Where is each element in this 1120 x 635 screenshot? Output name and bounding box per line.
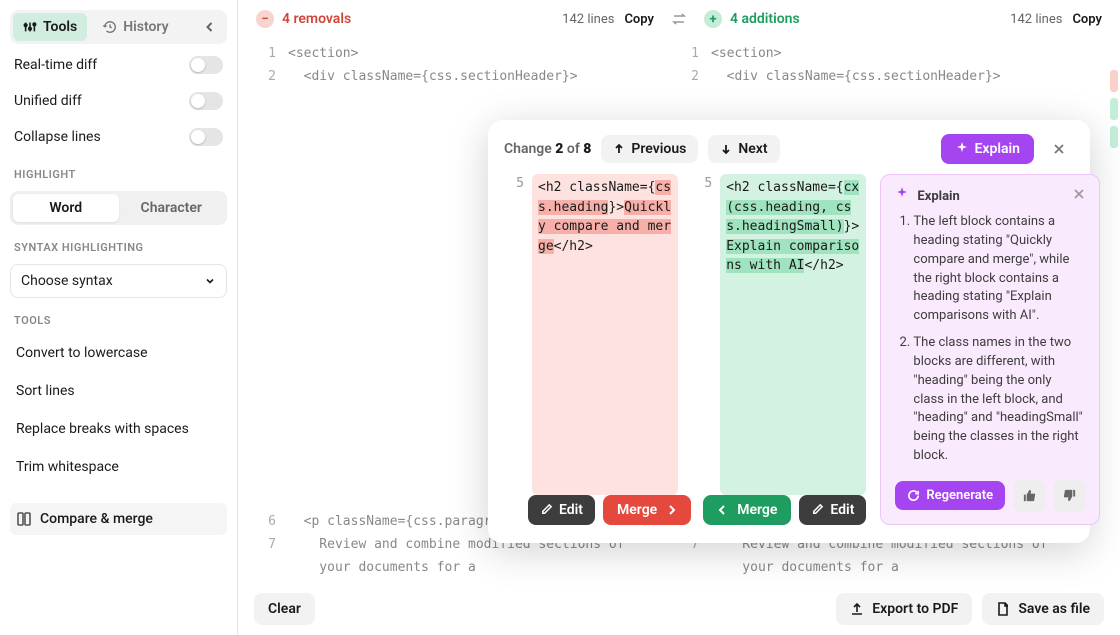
refresh-icon	[907, 489, 920, 502]
explain-close-button[interactable]	[1073, 188, 1085, 204]
code-compare: 5 <h2 className={css.heading}>Quickly co…	[504, 174, 866, 495]
chevron-left-icon	[204, 21, 216, 33]
background-code: 1<section>1<section> 2 <div className={c…	[238, 42, 1120, 88]
explain-title: Explain	[917, 189, 959, 204]
sparkle-icon	[895, 187, 909, 205]
close-icon	[1073, 188, 1085, 200]
thumbs-up-icon	[1022, 488, 1037, 503]
save-file-button[interactable]: Save as file	[982, 593, 1104, 625]
plus-badge: +	[704, 10, 722, 28]
minimap-marks	[1110, 70, 1118, 148]
export-pdf-button[interactable]: Export to PDF	[836, 593, 972, 625]
clear-button[interactable]: Clear	[254, 593, 315, 625]
previous-button[interactable]: Previous	[601, 135, 698, 163]
merge-right-button[interactable]: Merge	[703, 495, 791, 525]
edit-right-button[interactable]: Edit	[799, 495, 866, 525]
minus-badge: −	[256, 10, 274, 28]
file-icon	[996, 602, 1010, 616]
merge-left-button[interactable]: Merge	[603, 495, 691, 525]
diff-col-left: − 4 removals 142 lines Copy	[256, 10, 654, 28]
change-counter: Change 2 of 8	[504, 141, 591, 157]
tab-tools-label: Tools	[43, 19, 77, 35]
thumbs-up-button[interactable]	[1013, 480, 1045, 512]
footer-bar: Clear Export to PDF Save as file	[238, 583, 1120, 635]
explain-list: The left block contains a heading statin…	[895, 213, 1085, 466]
syntax-select[interactable]: Choose syntax	[10, 264, 227, 298]
toggle-unified-diff: Unified diff	[10, 86, 227, 116]
explain-item: The class names in the two blocks are di…	[913, 334, 1085, 466]
syntax-section-label: SYNTAX HIGHLIGHTING	[10, 231, 227, 258]
compare-icon	[16, 511, 32, 527]
tab-history-label: History	[123, 19, 168, 35]
change-overlay: Change 2 of 8 Previous Next Explain	[488, 120, 1090, 543]
diff-col-right: + 4 additions 142 lines Copy	[704, 10, 1102, 28]
toggle-collapse-lines: Collapse lines	[10, 122, 227, 152]
close-icon	[1052, 142, 1066, 156]
compare-merge-button[interactable]: Compare & merge	[10, 503, 227, 535]
tool-lowercase[interactable]: Convert to lowercase	[10, 337, 227, 369]
overlay-close-button[interactable]	[1044, 134, 1074, 164]
toggle-unified[interactable]	[189, 92, 223, 110]
tool-trim-whitespace[interactable]: Trim whitespace	[10, 451, 227, 483]
arrow-up-icon	[613, 143, 625, 155]
thumbs-down-button[interactable]	[1053, 480, 1085, 512]
tab-tools[interactable]: Tools	[13, 13, 87, 41]
toggle-realtime-diff: Real-time diff	[10, 50, 227, 80]
code-block-right: 5 <h2 className={cx(css.heading, css.hea…	[692, 174, 866, 495]
toggle-collapse[interactable]	[189, 128, 223, 146]
highlight-section-label: HIGHLIGHT	[10, 158, 227, 185]
chevron-right-icon	[667, 505, 677, 515]
chevron-left-icon	[717, 505, 727, 515]
copy-left-button[interactable]: Copy	[624, 12, 654, 27]
copy-right-button[interactable]: Copy	[1072, 12, 1102, 27]
edit-left-button[interactable]: Edit	[528, 495, 595, 525]
highlight-segmented: Word Character	[10, 191, 227, 225]
chevron-down-icon	[204, 275, 216, 287]
explain-button[interactable]: Explain	[941, 134, 1034, 164]
removals-count: 4 removals	[282, 11, 351, 27]
regenerate-button[interactable]: Regenerate	[895, 481, 1005, 510]
code-right-body: <h2 className={cx(css.heading, css.headi…	[720, 174, 866, 495]
arrow-down-icon	[720, 143, 732, 155]
right-line-count: 142 lines	[1010, 12, 1062, 27]
pencil-icon	[540, 503, 553, 516]
sidebar-tabs: Tools History	[10, 10, 227, 44]
sidebar-collapse-button[interactable]	[196, 13, 224, 41]
highlight-character[interactable]: Character	[119, 194, 225, 222]
sparkle-icon	[955, 142, 969, 156]
thumbs-down-icon	[1062, 488, 1077, 503]
explain-panel: Explain The left block contains a headin…	[880, 174, 1100, 525]
highlight-word[interactable]: Word	[13, 194, 119, 222]
upload-icon	[850, 602, 864, 616]
tools-section-label: TOOLS	[10, 304, 227, 331]
main: − 4 removals 142 lines Copy + 4 addition…	[238, 0, 1120, 635]
next-button[interactable]: Next	[708, 135, 779, 163]
code-left-body: <h2 className={css.heading}>Quickly comp…	[532, 174, 678, 495]
tool-sort-lines[interactable]: Sort lines	[10, 375, 227, 407]
history-icon	[103, 20, 117, 34]
swap-icon[interactable]	[670, 10, 688, 28]
code-block-left: 5 <h2 className={css.heading}>Quickly co…	[504, 174, 678, 495]
explain-item: The left block contains a heading statin…	[913, 213, 1085, 326]
sidebar: Tools History Real-time diff Unified dif…	[0, 0, 238, 635]
additions-count: 4 additions	[730, 11, 800, 27]
diff-header: − 4 removals 142 lines Copy + 4 addition…	[238, 0, 1120, 42]
toggle-realtime[interactable]	[189, 56, 223, 74]
tool-replace-breaks[interactable]: Replace breaks with spaces	[10, 413, 227, 445]
tab-history[interactable]: History	[93, 13, 178, 41]
sliders-icon	[23, 20, 37, 34]
pencil-icon	[811, 503, 824, 516]
left-line-count: 142 lines	[562, 12, 614, 27]
